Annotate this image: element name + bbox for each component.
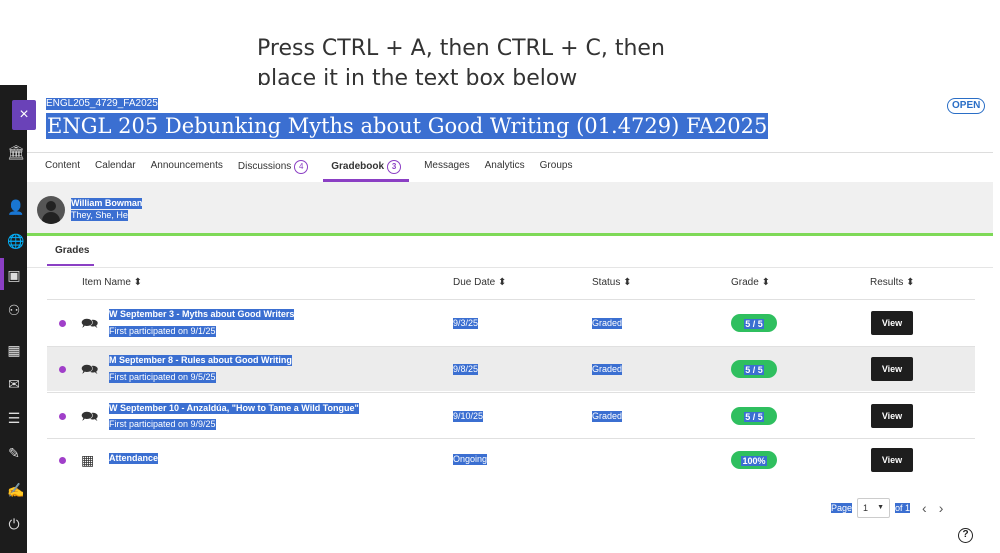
grade-value: 5 / 5	[744, 319, 764, 329]
due-date: 9/10/25	[453, 411, 484, 422]
col-results[interactable]: Results ⬍	[870, 277, 915, 288]
institution-icon[interactable]: 🏛	[7, 145, 25, 159]
grade-pill: 100%	[731, 451, 777, 469]
discussions-count-badge: 4	[294, 160, 309, 174]
due-date: 9/3/25	[453, 318, 479, 329]
item-title-link[interactable]: W September 10 - Anzaldúa, "How to Tame …	[109, 403, 359, 414]
course-code: ENGL205_4729_FA2025	[46, 98, 158, 110]
chevron-left-icon[interactable]: ‹	[922, 500, 927, 516]
sign-out-icon[interactable]: ⏻	[7, 517, 21, 531]
active-nav-indicator	[0, 258, 4, 290]
item-subtitle: First participated on 9/1/25	[109, 326, 216, 337]
view-button[interactable]: View	[871, 404, 913, 428]
tab-analytics[interactable]: Analytics	[485, 158, 525, 182]
view-button[interactable]: View	[871, 357, 913, 381]
courses-icon[interactable]: ▣	[7, 268, 21, 282]
grades-icon[interactable]: ☰	[7, 411, 21, 425]
instruction-line-1: Press CTRL + A, then CTRL + C, then	[257, 36, 665, 61]
tab-content[interactable]: Content	[45, 158, 80, 182]
tools-icon[interactable]: ✎	[7, 446, 21, 460]
table-row: ▦ Attendance Ongoing 100% View	[47, 438, 975, 479]
grades-table-header: Item Name ⬍ Due Date ⬍ Status ⬍ Grade ⬍ …	[47, 277, 975, 297]
view-button[interactable]: View	[871, 448, 913, 472]
page-label: Page	[831, 503, 853, 513]
due-date: 9/8/25	[453, 364, 479, 375]
discussion-icon: 🗪	[81, 408, 99, 424]
tab-label: Calendar	[95, 160, 136, 171]
edit-icon[interactable]: ✍	[7, 483, 24, 497]
close-button[interactable]: ×	[12, 100, 36, 130]
course-title: ENGL 205 Debunking Myths about Good Writ…	[46, 113, 769, 139]
view-button[interactable]: View	[871, 311, 913, 335]
left-nav-rail: 🏛 👤 🌐 ▣ ⚇ ▦ ✉ ☰ ✎ ✍ ⏻	[0, 85, 27, 553]
tab-gradebook[interactable]: Gradebook 3	[323, 158, 409, 182]
chevron-right-icon[interactable]: ›	[939, 500, 944, 516]
item-subtitle: First participated on 9/5/25	[109, 372, 216, 383]
pagination: Page 1 ▼ of 1 ‹ ›	[831, 497, 943, 519]
profile-icon[interactable]: 👤	[7, 200, 24, 214]
tab-messages[interactable]: Messages	[424, 158, 470, 182]
tab-label: Announcements	[150, 160, 223, 171]
tab-discussions[interactable]: Discussions 4	[237, 158, 309, 182]
status: Graded	[592, 318, 623, 329]
item-subtitle: First participated on 9/9/25	[109, 419, 216, 430]
col-due-date[interactable]: Due Date ⬍	[453, 277, 506, 288]
attendance-calendar-icon: ▦	[81, 452, 95, 468]
item-title-link[interactable]: Attendance	[109, 453, 159, 464]
student-pronouns: They, She, He	[71, 210, 128, 221]
tab-grades[interactable]: Grades	[55, 245, 89, 256]
calendar-icon[interactable]: ▦	[7, 343, 21, 357]
globe-icon[interactable]: 🌐	[7, 234, 24, 248]
item-title-link[interactable]: W September 3 - Myths about Good Writers	[109, 309, 295, 320]
grade-pill: 5 / 5	[731, 407, 777, 425]
header-accent-line	[27, 233, 993, 236]
item-title-link[interactable]: M September 8 - Rules about Good Writing	[109, 355, 292, 366]
new-activity-dot	[59, 413, 66, 420]
new-activity-dot	[59, 320, 66, 327]
grade-pill: 5 / 5	[731, 314, 777, 332]
tab-label: Gradebook	[331, 161, 385, 172]
tab-label: Analytics	[484, 160, 525, 171]
tab-label: Discussions	[237, 161, 292, 172]
table-row: 🗪 W September 3 - Myths about Good Write…	[47, 299, 975, 344]
divider	[27, 152, 993, 153]
tab-groups[interactable]: Groups	[540, 158, 573, 182]
gradebook-count-badge: 3	[387, 160, 402, 174]
page-select-value: 1	[863, 503, 869, 513]
open-status-badge: OPEN	[947, 98, 986, 114]
grade-value: 5 / 5	[744, 365, 764, 375]
student-header	[27, 182, 993, 234]
tab-label: Groups	[539, 160, 573, 171]
grade-pill: 5 / 5	[731, 360, 777, 378]
help-icon[interactable]: ?	[958, 528, 973, 543]
grade-value: 5 / 5	[744, 412, 764, 422]
table-row: 🗪 M September 8 - Rules about Good Writi…	[47, 346, 975, 391]
avatar	[37, 196, 65, 224]
messages-icon[interactable]: ✉	[7, 377, 21, 391]
page-of-label: of 1	[895, 503, 911, 513]
discussion-icon: 🗪	[81, 315, 99, 331]
col-grade[interactable]: Grade ⬍	[731, 277, 770, 288]
status: Graded	[592, 364, 623, 375]
groups-icon[interactable]: ⚇	[7, 303, 21, 317]
new-activity-dot	[59, 366, 66, 373]
col-status[interactable]: Status ⬍	[592, 277, 632, 288]
table-row: 🗪 W September 10 - Anzaldúa, "How to Tam…	[47, 392, 975, 437]
caret-down-icon: ▼	[877, 504, 885, 511]
tab-label: Content	[45, 160, 81, 171]
course-tabs: Content Calendar Announcements Discussio…	[45, 158, 587, 182]
divider	[27, 267, 993, 268]
col-item-name[interactable]: Item Name ⬍	[82, 277, 142, 288]
student-name: William Bowman	[71, 198, 143, 209]
status: Graded	[592, 411, 623, 422]
tab-announcements[interactable]: Announcements	[151, 158, 223, 182]
new-activity-dot	[59, 457, 66, 464]
grades-tab-underline	[47, 264, 94, 266]
tab-label: Messages	[424, 160, 470, 171]
discussion-icon: 🗪	[81, 361, 99, 377]
due-date: Ongoing	[453, 454, 488, 465]
tab-calendar[interactable]: Calendar	[95, 158, 136, 182]
grade-value: 100%	[741, 456, 767, 466]
page-select[interactable]: 1 ▼	[857, 498, 891, 518]
